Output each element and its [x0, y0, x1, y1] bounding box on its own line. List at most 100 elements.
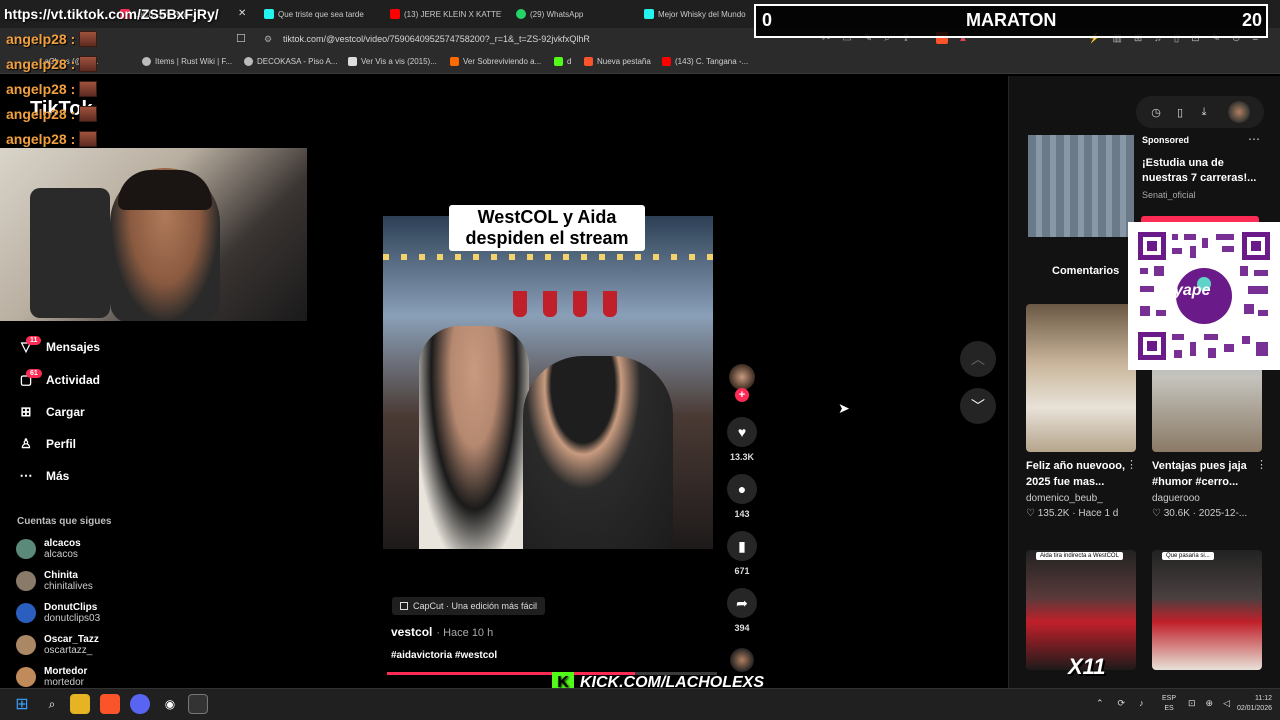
- avatar: [16, 635, 36, 655]
- messages-badge: 11: [26, 336, 42, 345]
- comment-count: 143: [734, 509, 750, 519]
- brave-browser-icon[interactable]: [100, 694, 120, 714]
- language-indicator[interactable]: ESP ES: [1162, 694, 1176, 714]
- close-tab-icon[interactable]: ✕: [238, 8, 246, 19]
- tab-comentarios[interactable]: Comentarios: [1052, 265, 1119, 277]
- bookmark-item[interactable]: Nueva pestaña: [584, 57, 651, 66]
- chat-line: angelp28 :: [6, 81, 98, 97]
- video-card-title[interactable]: Ventajas pues jaja #humor #cerro...: [1152, 458, 1264, 490]
- avatar: [16, 603, 36, 623]
- nav-item-cargar[interactable]: ⊞ Cargar: [18, 404, 85, 420]
- browser-tab[interactable]: Mejor Whisky del Mundo: [644, 4, 754, 24]
- video-card-title[interactable]: Feliz año nuevooo, 2025 fue mas...: [1026, 458, 1138, 490]
- account-handle: oscartazz_: [44, 645, 93, 656]
- url-field[interactable]: tiktok.com/@vestcol/video/75906409525747…: [283, 34, 590, 44]
- more-options-icon[interactable]: ⋮: [1126, 458, 1137, 471]
- chat-line: angelp28 :: [6, 56, 98, 72]
- browser-tab[interactable]: (29) WhatsApp: [516, 4, 626, 24]
- file-explorer-icon[interactable]: [70, 694, 90, 714]
- speed-icon[interactable]: ◷: [1145, 101, 1167, 123]
- clock[interactable]: 11:12 02/01/2026: [1232, 694, 1272, 714]
- mobile-icon[interactable]: ▯: [1169, 101, 1191, 123]
- bookmark-label: (143) C. Tangana -...: [675, 57, 749, 66]
- heart-outline-icon: ♡: [1026, 508, 1038, 519]
- chevron-down-icon: ﹀: [971, 398, 985, 414]
- chevron-up-icon: ︿: [971, 351, 985, 367]
- bookmark-label: Nueva pestaña: [597, 57, 651, 66]
- bookmark-star-icon[interactable]: ☐: [236, 32, 246, 45]
- heart-outline-icon: ♡: [1152, 508, 1164, 519]
- account-handle: mortedor: [44, 677, 85, 688]
- discord-icon[interactable]: [130, 694, 150, 714]
- video-card-author[interactable]: domenico_beub_: [1026, 493, 1103, 504]
- whatsapp-favicon-icon: [516, 9, 526, 19]
- previous-video-button[interactable]: ︿: [960, 341, 996, 377]
- music-disc-icon[interactable]: [730, 648, 754, 672]
- ad-brand[interactable]: Senati_oficial: [1142, 190, 1196, 200]
- video-thumbnail[interactable]: Aida tira indirecta a WestCOL: [1026, 550, 1136, 670]
- chat-line: angelp28 :: [6, 31, 98, 47]
- bookmark-item[interactable]: (143) C. Tangana -...: [662, 57, 748, 66]
- account-name: Chinita: [44, 570, 78, 581]
- video-card-author[interactable]: daguerooo: [1152, 493, 1200, 504]
- browser-tab[interactable]: (13) JERE KLEIN X KATTEY: [390, 4, 502, 24]
- video-caption: WestCOL y Aida despiden el stream: [449, 205, 645, 251]
- like-button[interactable]: ♥ 13.3K: [726, 417, 758, 462]
- download-icon[interactable]: ⤓: [1193, 101, 1215, 123]
- bookmark-label: d: [567, 57, 572, 66]
- following-account[interactable]: alcacos alcacos: [16, 538, 81, 560]
- bookmark-item[interactable]: Ver Vis a vis (2015)...: [348, 57, 437, 66]
- video-thumbnail[interactable]: Que pasaria si...: [1152, 550, 1262, 670]
- streamer-webcam: [0, 148, 307, 321]
- following-account[interactable]: Chinita chinitalives: [16, 570, 93, 592]
- nav-item-perfil[interactable]: ♙ Perfil: [18, 436, 76, 452]
- bookmark-item[interactable]: Ver Sobreviviendo a...: [450, 57, 541, 66]
- browser-tab[interactable]: Que triste que sea tarde: [264, 4, 374, 24]
- obs-icon[interactable]: ◉: [160, 694, 180, 714]
- comment-icon: ●: [727, 474, 757, 504]
- hashtags[interactable]: #aidavictoria #westcol: [391, 650, 497, 661]
- save-button[interactable]: ▮ 671: [726, 531, 758, 576]
- video-player[interactable]: [383, 216, 713, 549]
- save-count: 671: [734, 566, 750, 576]
- ad-thumbnail[interactable]: [1028, 135, 1134, 237]
- chat-user: angelp28 :: [6, 106, 76, 122]
- user-avatar[interactable]: [1228, 101, 1250, 123]
- following-account[interactable]: Oscar_Tazz oscartazz_: [16, 634, 99, 656]
- share-button[interactable]: ➦ 394: [726, 588, 758, 633]
- author-name[interactable]: vestcol: [391, 625, 432, 639]
- epic-games-icon[interactable]: [188, 694, 208, 714]
- keyboard-layout: ES: [1164, 705, 1174, 712]
- site-settings-icon[interactable]: ⚙: [264, 34, 272, 45]
- bookmark-item[interactable]: Items | Rust Wiki | F...: [142, 57, 232, 66]
- system-tray-icons[interactable]: ⌃⟳♪: [1096, 698, 1158, 709]
- follow-plus-icon[interactable]: +: [735, 388, 749, 402]
- avatar: [16, 667, 36, 687]
- sponsored-label: Sponsored: [1142, 135, 1190, 145]
- more-options-icon[interactable]: ⋮: [1256, 458, 1267, 471]
- maraton-left-count: 0: [762, 10, 773, 30]
- account-name: Mortedor: [44, 666, 88, 677]
- creator-avatar[interactable]: [729, 364, 755, 390]
- streamer-hair: [118, 170, 212, 210]
- chat-line: angelp28 :: [6, 131, 98, 147]
- nav-item-mas[interactable]: ⋯ Más: [18, 468, 70, 484]
- video-thumbnail[interactable]: [1026, 304, 1136, 452]
- stream-url-overlay: https://vt.tiktok.com/ZS5BxFjRy/: [4, 6, 219, 22]
- following-account[interactable]: DonutClips donutclips03: [16, 602, 100, 624]
- windows-start-icon[interactable]: ⊞: [12, 694, 32, 714]
- capcut-tag[interactable]: CapCut · Una edición más fácil: [392, 597, 546, 615]
- brave-icon: [584, 57, 593, 66]
- bookmark-icon: ▮: [727, 531, 757, 561]
- search-icon[interactable]: ⌕: [42, 694, 62, 714]
- stocking: [603, 291, 617, 317]
- p-site-icon: [348, 57, 357, 66]
- bookmark-item[interactable]: DECOKASA - Piso A...: [244, 57, 337, 66]
- thumbnail-caption: Aida tira indirecta a WestCOL: [1036, 552, 1123, 560]
- comment-button[interactable]: ● 143: [726, 474, 758, 519]
- bookmark-item[interactable]: d: [554, 57, 571, 66]
- more-options-icon[interactable]: ⋯: [1248, 132, 1260, 146]
- next-video-button[interactable]: ﹀: [960, 388, 996, 424]
- following-account[interactable]: Mortedor mortedor: [16, 666, 87, 688]
- ad-title[interactable]: ¡Estudia una de nuestras 7 carreras!...: [1142, 156, 1260, 186]
